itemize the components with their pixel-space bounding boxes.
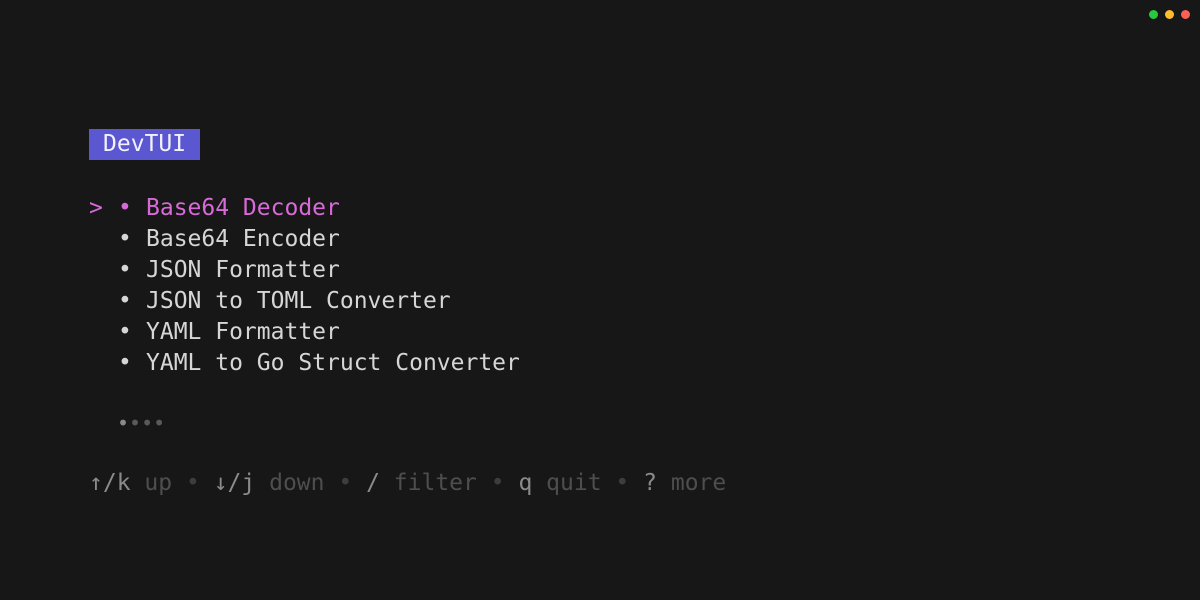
- help-bar: ↑/k up • ↓/j down • / filter • q quit • …: [89, 468, 726, 499]
- active-page-dot: •: [117, 411, 130, 435]
- help-key-up: ↑/k: [89, 470, 131, 496]
- help-separator: •: [490, 470, 505, 496]
- list-item-base64-decoder[interactable]: > • Base64 Decoder: [89, 193, 726, 224]
- tool-list[interactable]: > • Base64 Decoder • Base64 Encoder • JSON F…: [89, 193, 726, 379]
- inactive-page-dots: •••: [129, 411, 166, 435]
- bullet-icon: •: [118, 319, 132, 345]
- help-key-quit: q: [518, 470, 533, 496]
- bullet-icon: •: [118, 288, 132, 314]
- yellow-dot-icon[interactable]: [1165, 10, 1174, 19]
- green-dot-icon[interactable]: [1149, 10, 1158, 19]
- help-desc-up: up: [144, 470, 173, 496]
- bullet-icon: •: [118, 226, 132, 252]
- list-item-label: JSON Formatter: [146, 257, 340, 283]
- list-item-label: YAML Formatter: [146, 319, 340, 345]
- list-item-label: Base64 Decoder: [146, 195, 340, 221]
- help-desc-quit: quit: [546, 470, 602, 496]
- bullet-icon: •: [118, 350, 132, 376]
- selection-cursor: >: [89, 195, 103, 221]
- list-item-yaml-to-go-struct[interactable]: • YAML to Go Struct Converter: [89, 348, 726, 379]
- help-key-down: ↓/j: [213, 470, 256, 496]
- list-item-label: YAML to Go Struct Converter: [146, 350, 520, 376]
- help-desc-more: more: [670, 470, 727, 496]
- help-key-more: ?: [643, 470, 657, 496]
- bullet-icon: •: [118, 257, 132, 283]
- help-separator: •: [185, 470, 200, 496]
- list-item-yaml-formatter[interactable]: • YAML Formatter: [89, 317, 726, 348]
- help-desc-filter: filter: [393, 470, 477, 496]
- help-key-filter: /: [366, 470, 380, 496]
- help-separator: •: [338, 470, 353, 496]
- list-item-base64-encoder[interactable]: • Base64 Encoder: [89, 224, 726, 255]
- window-controls: [1149, 10, 1190, 19]
- help-separator: •: [615, 470, 630, 496]
- red-dot-icon[interactable]: [1181, 10, 1190, 19]
- list-item-json-to-toml[interactable]: • JSON to TOML Converter: [89, 286, 726, 317]
- devtui-app: DevTUI > • Base64 Decoder • Base64 Encoder …: [89, 129, 726, 499]
- help-desc-down: down: [269, 470, 325, 496]
- list-item-label: JSON to TOML Converter: [146, 288, 451, 314]
- pagination-dots: ••••: [117, 408, 726, 439]
- app-title: DevTUI: [89, 129, 201, 160]
- list-item-json-formatter[interactable]: • JSON Formatter: [89, 255, 726, 286]
- list-item-label: Base64 Encoder: [146, 226, 340, 252]
- bullet-icon: •: [118, 195, 132, 221]
